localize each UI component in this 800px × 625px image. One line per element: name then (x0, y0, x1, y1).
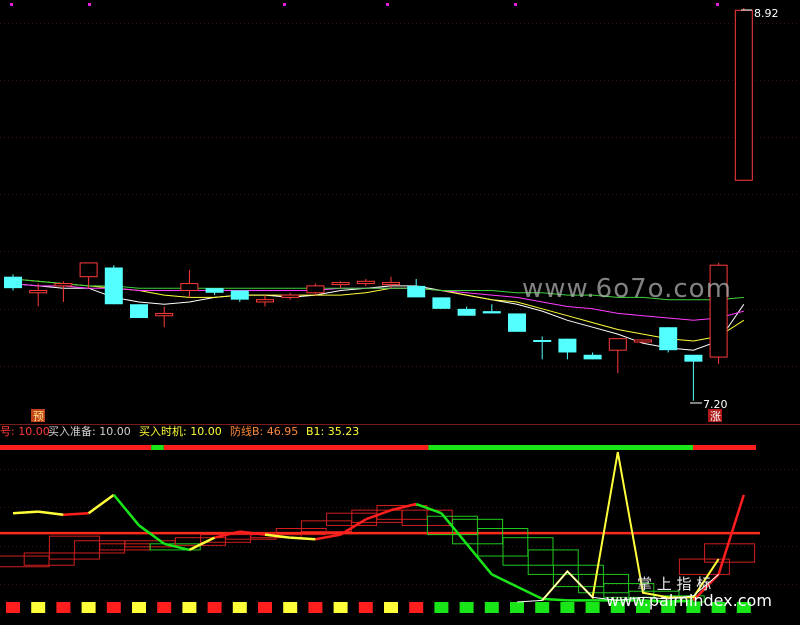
signal-square (333, 602, 348, 613)
top-marker-4 (514, 3, 517, 6)
signal-square (182, 602, 197, 613)
candle-body-down (104, 267, 123, 305)
candle-body-up (281, 294, 300, 298)
candle-body-up (155, 312, 174, 317)
watermark-top: www.6o7o.com (522, 274, 732, 304)
main-indicator-segment (315, 533, 341, 541)
main-indicator-segment (516, 585, 543, 601)
signal-square (106, 602, 121, 613)
indicator-label-buy-prep: 买入准备: 10.00 (48, 425, 131, 438)
candle-body-down (533, 339, 552, 342)
candle-body-up (79, 262, 98, 278)
signal-bar-top-4 (693, 445, 756, 450)
signal-square (31, 602, 46, 613)
signal-square (283, 602, 298, 613)
main-indicator-segment (415, 502, 442, 515)
signal-square (308, 602, 323, 613)
top-marker-5 (716, 3, 719, 6)
top-marker-0 (10, 3, 13, 6)
signal-square (207, 602, 222, 613)
candle-body-down (659, 327, 678, 351)
indicator-label-buy-timing: 买入时机: 10.00 (139, 425, 222, 438)
signal-square (132, 602, 146, 613)
top-marker-1 (88, 3, 91, 6)
candle-body-down (684, 354, 703, 362)
candle-body-down (583, 354, 602, 360)
indicator-lines (12, 451, 745, 604)
signal-square (384, 602, 398, 613)
signal-bar-top-3 (428, 445, 693, 450)
signal-square (535, 602, 550, 613)
candle-body-up (608, 338, 627, 351)
main-indicator-segment (542, 597, 568, 602)
signal-bar-top-2 (163, 445, 429, 450)
candle-body-up (734, 9, 753, 181)
candle-body-up (54, 283, 73, 287)
candle-body-up (356, 280, 375, 285)
zhang-marker: 涨 (710, 410, 721, 423)
candle-body-down (457, 308, 476, 316)
signal-square (510, 602, 524, 613)
candle-body-up (256, 299, 274, 303)
main-indicator-segment (112, 494, 140, 527)
signal-bar-top-1 (151, 445, 164, 450)
indicator-label-defense-b: 防线B: 46.95 (230, 425, 299, 438)
top-marker-2 (283, 3, 286, 6)
main-indicator-segment (465, 543, 493, 576)
signal-square (409, 602, 424, 613)
indicator-label-b1: B1: 35.23 (306, 425, 360, 438)
watermark-bottom-url: www.palmindex.com (606, 591, 772, 610)
stock-chart-canvas: 8.92 7.20 预 涨 (0, 3, 800, 613)
signal-square (6, 602, 20, 613)
signal-bar-top-0 (0, 445, 152, 450)
candle-body-down (205, 288, 224, 293)
signal-square (434, 602, 449, 613)
candle-body-up (29, 289, 48, 294)
candle-body-down (407, 285, 426, 298)
signal-square (585, 602, 600, 613)
signal-square (258, 602, 272, 613)
candle-body-up (382, 282, 400, 286)
candle-body-down (4, 276, 22, 289)
high-price-label: 8.92 (754, 7, 779, 20)
candle-body-down (482, 311, 501, 314)
top-markers (10, 3, 719, 6)
signal-square (459, 602, 474, 613)
candle-body-up (180, 283, 199, 291)
signal-square (560, 602, 575, 613)
candle-body-down (230, 290, 249, 300)
candle-body-down (130, 304, 148, 319)
main-indicator-segment (87, 493, 115, 515)
main-annotations: 8.92 7.20 预 涨 (31, 7, 779, 423)
signal-square (81, 602, 96, 613)
signal-square (157, 602, 172, 613)
candle-body-down (508, 313, 526, 332)
signal-square (358, 602, 373, 613)
main-indicator-segment (365, 508, 392, 521)
signal-square (232, 602, 247, 613)
candle-body-up (634, 339, 652, 343)
main-indicator-segment (12, 510, 39, 515)
candlesticks (4, 8, 753, 401)
main-indicator-segment (63, 511, 89, 516)
candle-body-down (558, 338, 577, 353)
yu-marker: 预 (33, 410, 44, 423)
main-indicator-segment (440, 512, 468, 545)
main-indicator-segment (290, 536, 316, 541)
top-marker-3 (386, 3, 389, 6)
candle-body-down (432, 297, 451, 309)
signal-square (484, 602, 499, 613)
main-indicator-segment (38, 510, 64, 516)
candle-body-up (331, 282, 350, 286)
signal-square (56, 602, 71, 613)
candle-body-up (306, 285, 325, 294)
indicator-label-signal: 号: 10.00 (0, 425, 50, 438)
